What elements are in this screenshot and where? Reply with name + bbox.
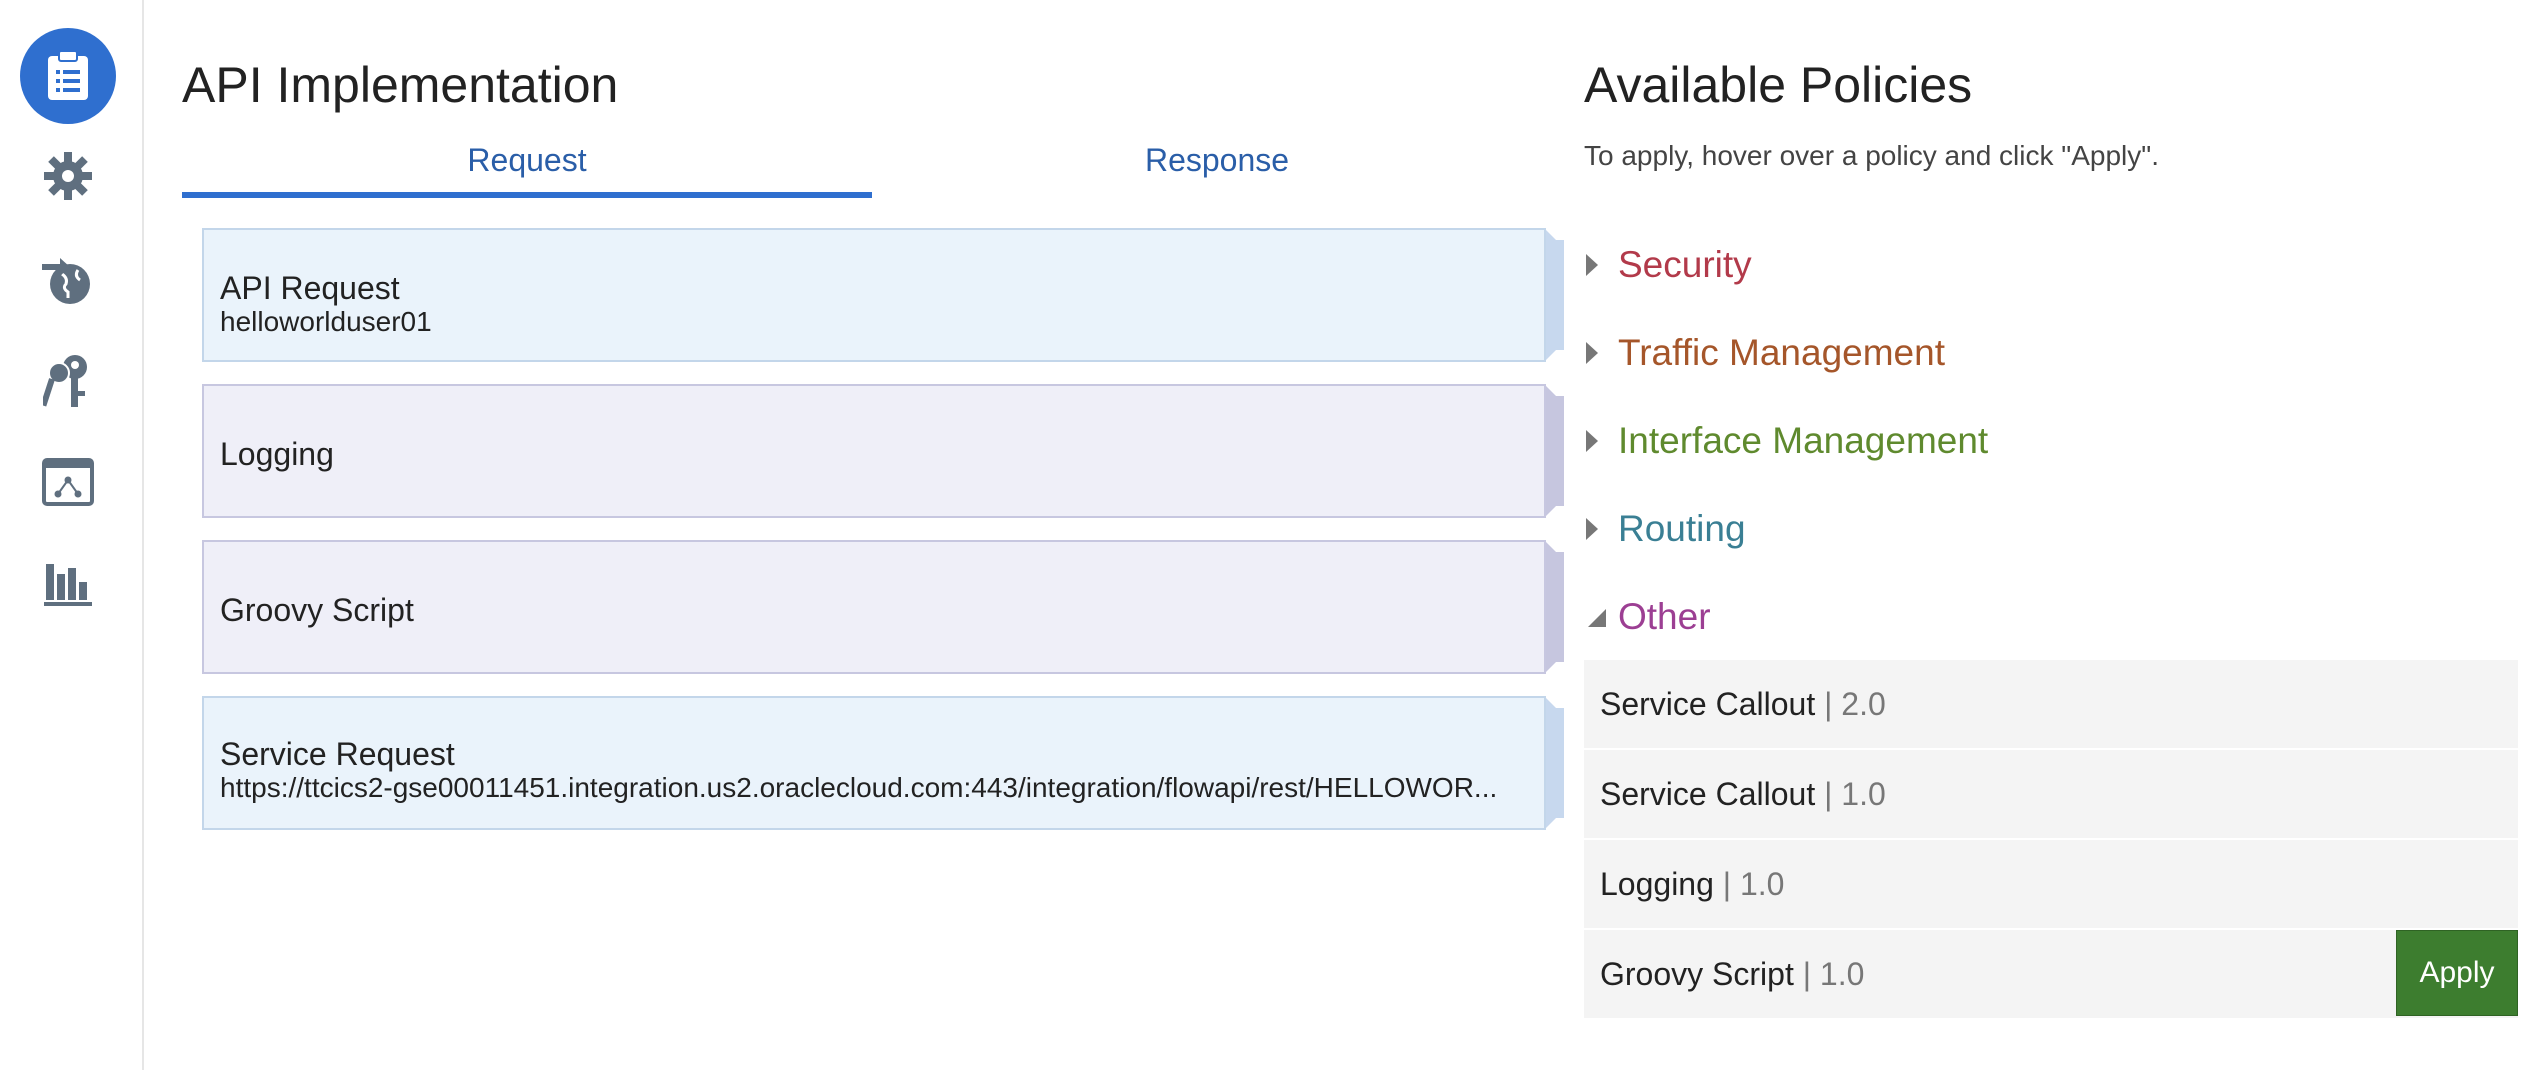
flow-card-detail: helloworlduser01 <box>220 306 432 337</box>
collapse-arrow-icon <box>1584 600 1618 634</box>
nav-deployments[interactable] <box>20 232 116 328</box>
flow-card-groovy-script[interactable]: Groovy Script <box>202 540 1564 674</box>
policy-name: Groovy Script <box>1600 956 1794 992</box>
category-label: Interface Management <box>1618 420 1989 461</box>
keys-icon <box>43 353 93 411</box>
expand-arrow-icon <box>1584 336 1618 370</box>
policy-separator: | <box>1722 866 1732 902</box>
category-traffic-management[interactable]: Traffic Management <box>1584 328 1945 378</box>
policy-item[interactable]: Logging | 1.0 <box>1584 840 2518 930</box>
apply-button[interactable]: Apply <box>2396 930 2518 1016</box>
tab-request[interactable]: Request <box>182 140 872 196</box>
policies-title: Available Policies <box>1584 57 1973 113</box>
expand-arrow-icon <box>1584 512 1618 546</box>
flow-card-title: API Request <box>220 270 400 306</box>
policy-separator: | <box>1824 776 1833 812</box>
policy-name: Logging <box>1600 866 1714 902</box>
clipboard-list-icon <box>46 50 90 102</box>
flow-card-title: Logging <box>220 436 334 472</box>
policy-item-hovered[interactable]: Groovy Script | 1.0 Apply <box>1584 930 2518 1020</box>
category-security[interactable]: Security <box>1584 240 1752 290</box>
page-title: API Implementation <box>182 57 619 113</box>
globe-deploy-icon <box>40 252 96 308</box>
flow-connector <box>1546 542 1564 672</box>
flow-card-service-request[interactable]: Service Request https://ttcics2-gse00011… <box>202 696 1564 830</box>
flow-card-logging[interactable]: Logging <box>202 384 1564 518</box>
category-label: Security <box>1618 244 1752 285</box>
flow-connector <box>1546 386 1564 516</box>
policy-separator: | <box>1802 956 1812 992</box>
nav-api-implementation[interactable] <box>20 28 116 124</box>
category-label: Other <box>1618 596 1711 637</box>
gear-icon <box>42 150 94 202</box>
flow-card-api-request[interactable]: API Request helloworlduser01 <box>202 228 1564 362</box>
left-nav-rail <box>0 0 144 1070</box>
active-tab-indicator <box>182 192 872 198</box>
flow-connector <box>1546 230 1564 360</box>
request-response-tabs: Request Response <box>182 140 1562 200</box>
policy-item[interactable]: Service Callout | 1.0 <box>1584 750 2518 840</box>
category-routing[interactable]: Routing <box>1584 504 1746 554</box>
policies-instructions: To apply, hover over a policy and click … <box>1584 140 2159 171</box>
nav-grants[interactable] <box>20 334 116 430</box>
bar-chart-icon <box>42 560 94 608</box>
expand-arrow-icon <box>1584 424 1618 458</box>
policy-version: 2.0 <box>1841 686 1886 722</box>
flow-connector <box>1546 698 1564 828</box>
category-label: Routing <box>1618 508 1746 549</box>
policy-version: 1.0 <box>1841 776 1886 812</box>
category-label: Traffic Management <box>1618 332 1945 373</box>
policy-version: 1.0 <box>1739 866 1785 902</box>
policy-name: Service Callout <box>1600 776 1816 812</box>
flow-card-title: Groovy Script <box>220 592 414 628</box>
policy-name: Service Callout <box>1600 686 1816 722</box>
expand-arrow-icon <box>1584 248 1618 282</box>
policy-item[interactable]: Service Callout | 2.0 <box>1584 660 2518 750</box>
flow-card-detail: https://ttcics2-gse00011451.integration.… <box>220 772 1498 803</box>
policy-separator: | <box>1824 686 1833 722</box>
category-interface-management[interactable]: Interface Management <box>1584 416 1988 466</box>
nav-analytics[interactable] <box>20 536 116 632</box>
tab-response[interactable]: Response <box>872 140 1562 196</box>
nav-application[interactable] <box>20 434 116 530</box>
flow-card-title: Service Request <box>220 736 455 772</box>
nav-settings[interactable] <box>20 128 116 224</box>
app-hierarchy-icon <box>42 458 94 506</box>
policy-version: 1.0 <box>1819 956 1865 992</box>
category-other[interactable]: Other <box>1584 592 1711 642</box>
